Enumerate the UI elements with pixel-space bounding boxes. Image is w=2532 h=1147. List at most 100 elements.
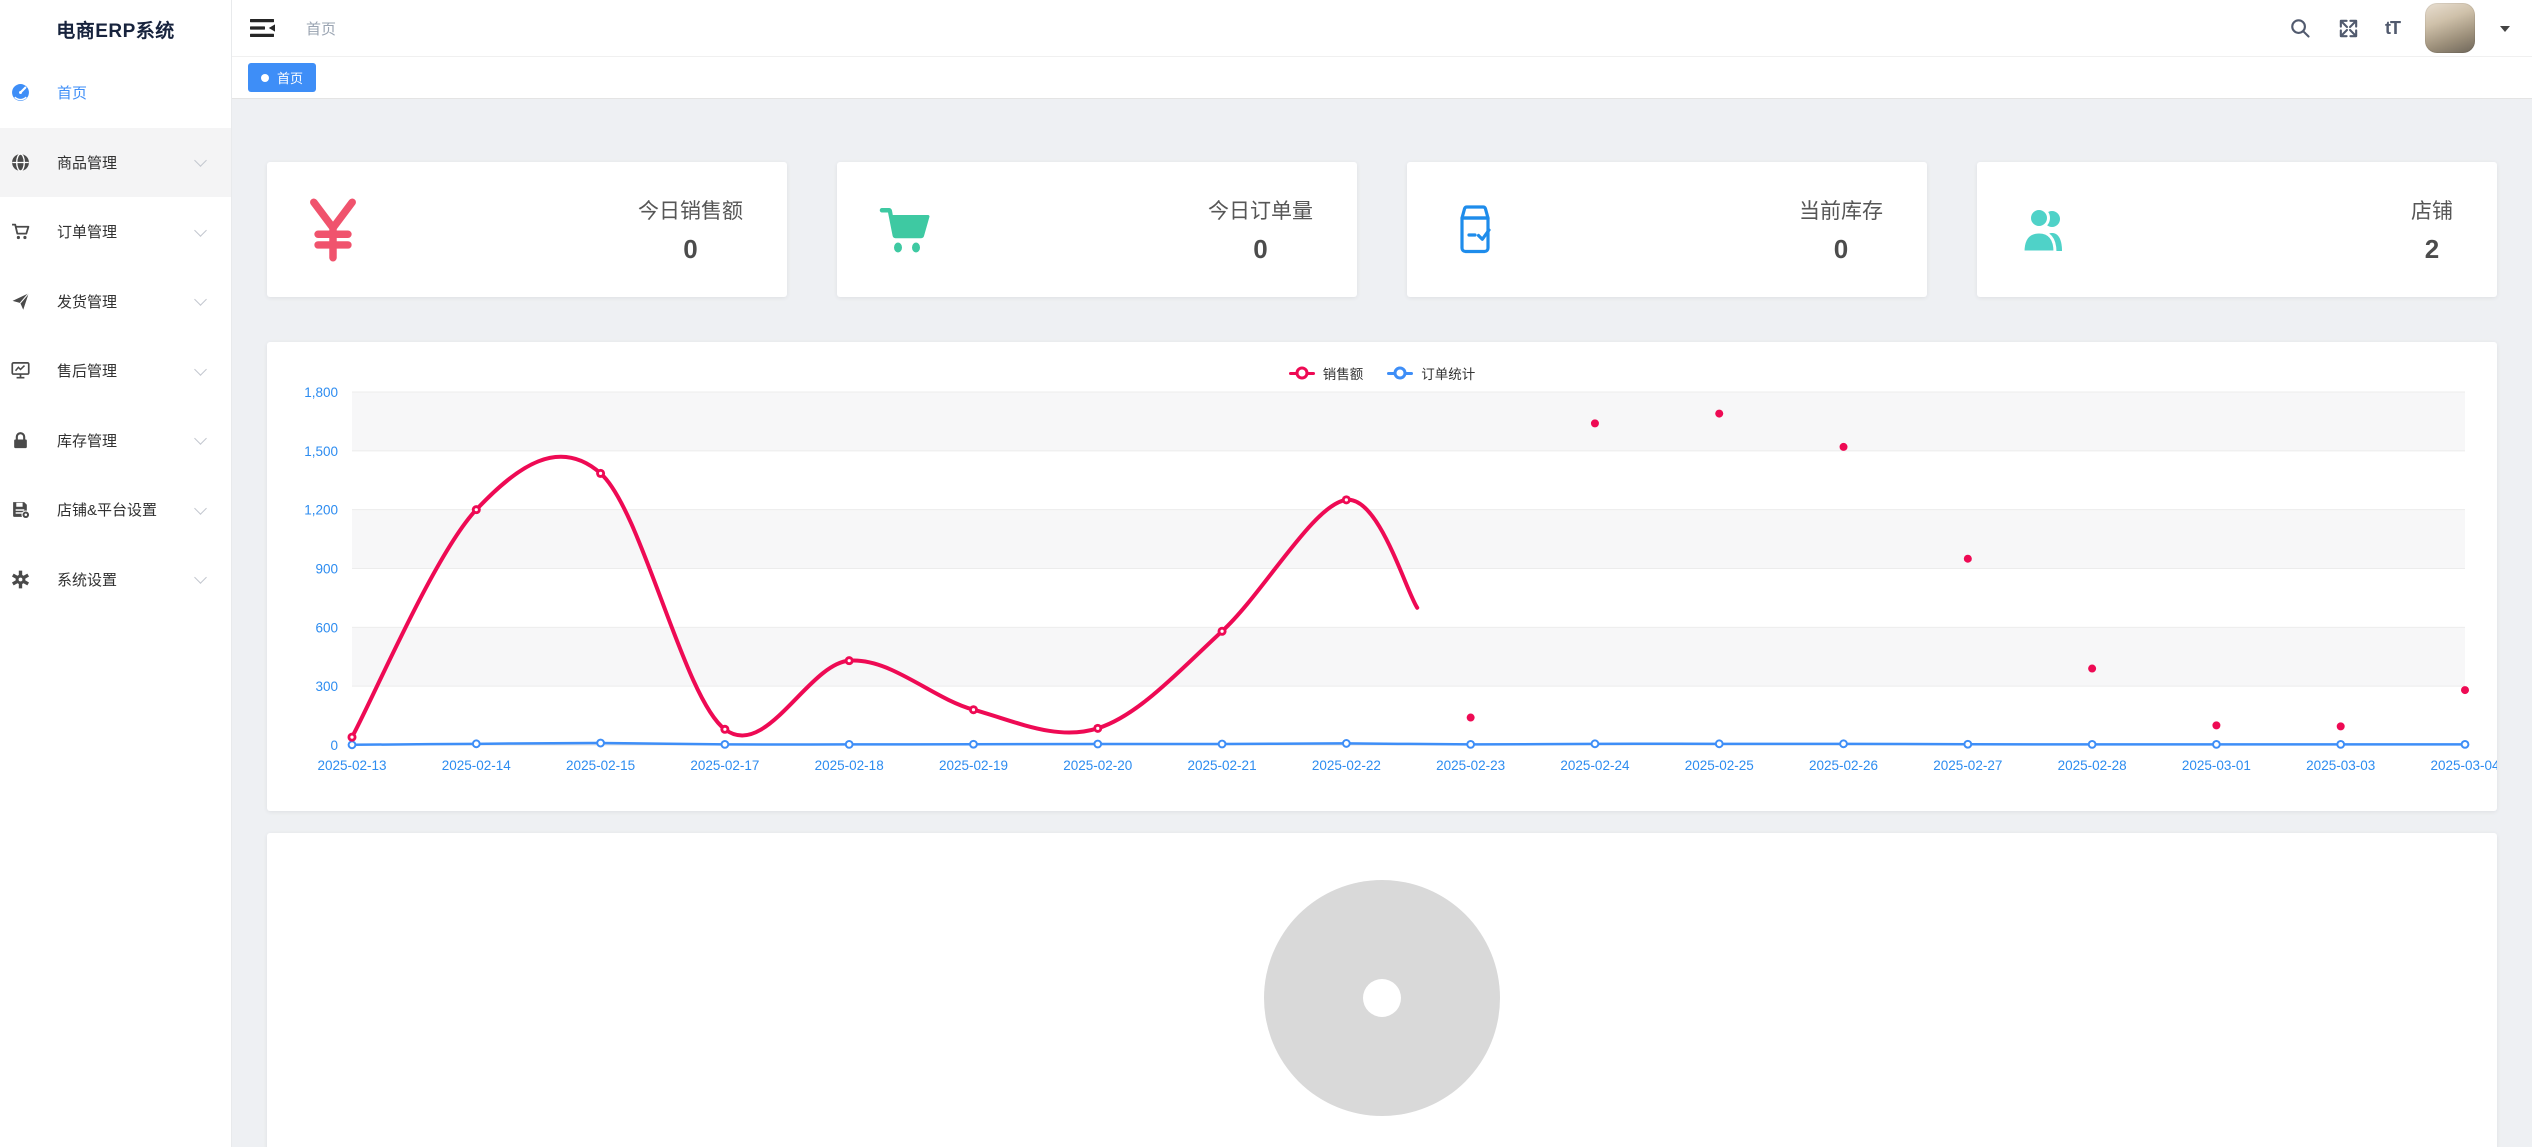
sidebar-item-orders[interactable]: 订单管理 (0, 197, 231, 267)
users-icon (2017, 202, 2073, 258)
svg-text:2025-02-20: 2025-02-20 (1063, 758, 1132, 773)
svg-text:2025-02-15: 2025-02-15 (566, 758, 635, 773)
font-size-icon[interactable]: tT (2385, 18, 2400, 39)
user-avatar[interactable] (2425, 3, 2475, 53)
stat-label: 当前库存 (1799, 195, 1883, 225)
sidebar: 电商ERP系统 首页 商品管理 订单管理 (0, 0, 232, 1147)
svg-text:2025-02-23: 2025-02-23 (1436, 758, 1505, 773)
sales-orders-chart-card: 销售额 订单统计 03006009001,2001,5001,8002025-0… (267, 342, 2497, 811)
svg-text:900: 900 (315, 562, 338, 577)
chevron-down-icon (194, 293, 207, 306)
donut-chart-placeholder (1264, 880, 1500, 1116)
erp-dashboard-screen: 电商ERP系统 首页 商品管理 订单管理 (0, 0, 2532, 1147)
sidebar-item-label: 商品管理 (57, 152, 117, 173)
svg-text:2025-02-24: 2025-02-24 (1560, 758, 1630, 773)
svg-text:2025-02-18: 2025-02-18 (815, 758, 884, 773)
tab-home[interactable]: 首页 (248, 63, 316, 92)
main-content: 今日销售额 0 今日订单量 0 当前库存 0 (232, 99, 2532, 1147)
sidebar-item-label: 首页 (57, 82, 87, 103)
legend-label: 销售额 (1323, 363, 1364, 383)
sidebar-item-home[interactable]: 首页 (0, 58, 231, 128)
sidebar-item-products[interactable]: 商品管理 (0, 128, 231, 198)
svg-text:1,800: 1,800 (304, 385, 338, 400)
sidebar-item-aftersales[interactable]: 售后管理 (0, 336, 231, 406)
sidebar-menu: 首页 商品管理 订单管理 发货管理 (0, 58, 231, 614)
svg-text:300: 300 (315, 679, 338, 694)
top-navbar: 首页 tT (232, 0, 2532, 57)
send-icon (11, 292, 30, 311)
sidebar-item-label: 系统设置 (57, 569, 117, 590)
stat-card-orders-today: 今日订单量 0 (837, 162, 1357, 297)
svg-text:1,200: 1,200 (304, 503, 338, 518)
svg-text:600: 600 (315, 620, 338, 635)
cart-icon (11, 222, 30, 241)
svg-text:2025-02-27: 2025-02-27 (1933, 758, 2002, 773)
svg-text:2025-03-01: 2025-03-01 (2182, 758, 2251, 773)
tab-label: 首页 (277, 68, 303, 87)
legend-line-marker-icon (1289, 367, 1315, 379)
lock-icon (11, 431, 30, 450)
collapse-menu-icon[interactable] (250, 17, 276, 39)
chevron-down-icon (194, 154, 207, 167)
svg-text:2025-02-28: 2025-02-28 (2058, 758, 2127, 773)
chevron-down-icon (194, 432, 207, 445)
svg-text:2025-02-19: 2025-02-19 (939, 758, 1008, 773)
navbar-actions: tT (2289, 3, 2510, 53)
stat-label: 今日销售额 (638, 195, 743, 225)
sidebar-item-label: 库存管理 (57, 430, 117, 451)
svg-text:2025-02-21: 2025-02-21 (1188, 758, 1257, 773)
chevron-down-icon (194, 502, 207, 515)
stat-label: 店铺 (2411, 195, 2453, 225)
sales-orders-line-chart[interactable]: 03006009001,2001,5001,8002025-02-132025-… (267, 342, 2497, 811)
legend-label: 订单统计 (1421, 363, 1475, 383)
svg-text:2025-03-03: 2025-03-03 (2306, 758, 2375, 773)
monitor-chart-icon (11, 361, 30, 380)
tab-bar: 首页 (232, 57, 2532, 99)
svg-text:0: 0 (330, 738, 338, 753)
stat-card-shops: 店铺 2 (1977, 162, 2497, 297)
svg-text:1,500: 1,500 (304, 444, 338, 459)
sidebar-item-label: 店铺&平台设置 (57, 499, 157, 520)
breadcrumb[interactable]: 首页 (306, 18, 336, 39)
caret-down-icon[interactable] (2500, 26, 2510, 37)
chevron-down-icon (194, 571, 207, 584)
sidebar-item-shop-platform-settings[interactable]: 店铺&平台设置 (0, 475, 231, 545)
tab-active-dot-icon (261, 74, 269, 82)
chevron-down-icon (194, 224, 207, 237)
svg-text:2025-03-04: 2025-03-04 (2430, 758, 2497, 773)
legend-item-orders[interactable]: 订单统计 (1387, 363, 1475, 383)
stat-value: 0 (683, 234, 697, 265)
svg-text:2025-02-17: 2025-02-17 (690, 758, 759, 773)
sidebar-item-system-settings[interactable]: 系统设置 (0, 545, 231, 615)
stat-card-current-inventory: 当前库存 0 (1407, 162, 1927, 297)
stat-cards-row: 今日销售额 0 今日订单量 0 当前库存 0 (267, 162, 2497, 297)
dashboard-icon (11, 83, 30, 102)
shopping-cart-icon (877, 202, 933, 258)
app-title: 电商ERP系统 (0, 0, 231, 58)
svg-text:2025-02-26: 2025-02-26 (1809, 758, 1878, 773)
gear-icon (11, 570, 30, 589)
stat-value: 0 (1834, 234, 1848, 265)
inventory-box-icon (1447, 202, 1503, 258)
fullscreen-icon[interactable] (2337, 17, 2360, 40)
globe-icon (11, 153, 30, 172)
svg-text:2025-02-14: 2025-02-14 (442, 758, 512, 773)
legend-line-marker-icon (1387, 367, 1413, 379)
chart-legend: 销售额 订单统计 (267, 363, 2497, 383)
legend-item-sales[interactable]: 销售额 (1289, 363, 1364, 383)
sidebar-item-shipping[interactable]: 发货管理 (0, 267, 231, 337)
pie-chart-card (267, 833, 2497, 1147)
stat-value: 0 (1253, 234, 1267, 265)
search-icon[interactable] (2289, 17, 2312, 40)
sidebar-item-label: 售后管理 (57, 360, 117, 381)
stat-card-sales-today: 今日销售额 0 (267, 162, 787, 297)
sidebar-item-inventory[interactable]: 库存管理 (0, 406, 231, 476)
sidebar-item-label: 订单管理 (57, 221, 117, 242)
stat-value: 2 (2425, 234, 2439, 265)
svg-text:2025-02-22: 2025-02-22 (1312, 758, 1381, 773)
chevron-down-icon (194, 363, 207, 376)
yen-icon (307, 198, 359, 262)
sidebar-item-label: 发货管理 (57, 291, 117, 312)
disk-gear-icon (11, 500, 30, 519)
svg-text:2025-02-25: 2025-02-25 (1685, 758, 1754, 773)
